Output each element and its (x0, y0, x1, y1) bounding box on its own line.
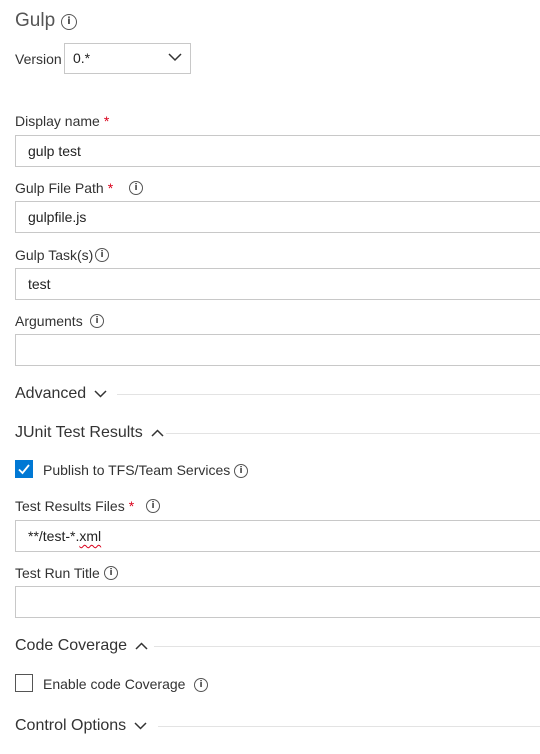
info-icon[interactable]: i (90, 314, 104, 328)
gulp-file-path-label: Gulp File Path * (15, 180, 113, 196)
info-icon[interactable]: i (104, 566, 118, 580)
display-name-label: Display name * (15, 113, 109, 129)
display-name-label-text: Display name (15, 113, 100, 129)
info-icon[interactable]: i (234, 464, 248, 478)
version-label: Version (15, 51, 62, 67)
version-select[interactable]: 0.* (64, 43, 191, 74)
section-divider (166, 433, 540, 434)
arguments-input[interactable] (15, 334, 540, 366)
enable-code-coverage-checkbox[interactable] (15, 674, 33, 692)
info-icon[interactable]: i (194, 678, 208, 692)
test-results-files-label: Test Results Files * (15, 498, 134, 514)
chevron-down-icon (94, 390, 107, 398)
task-title-text: Gulp (15, 10, 56, 31)
version-select-value: 0.* (73, 50, 91, 66)
chevron-down-icon (168, 53, 182, 62)
chevron-up-icon (151, 429, 164, 437)
gulp-tasks-input[interactable]: test (15, 268, 540, 300)
task-title: Gulp (15, 10, 55, 32)
info-icon[interactable]: i (146, 499, 160, 513)
gulp-file-path-label-text: Gulp File Path (15, 180, 104, 196)
code-coverage-section-label: Code Coverage (15, 637, 128, 654)
test-results-files-prefix: **/test-*. (28, 528, 80, 544)
junit-section-label: JUnit Test Results (15, 424, 143, 441)
section-divider (154, 646, 540, 647)
publish-checkbox-label: Publish to TFS/Team Services (43, 462, 231, 478)
test-results-files-input[interactable]: **/test-*.xml (15, 520, 540, 552)
control-options-section-label: Control Options (15, 717, 127, 734)
checkmark-icon (18, 464, 30, 475)
gulp-tasks-label: Gulp Task(s) (15, 247, 94, 263)
test-run-title-label: Test Run Title (15, 565, 100, 581)
gulp-file-path-input[interactable]: gulpfile.js (15, 201, 540, 233)
chevron-down-icon (134, 722, 147, 730)
advanced-section-toggle[interactable]: Advanced (15, 385, 107, 403)
arguments-label: Arguments (15, 313, 83, 329)
chevron-up-icon (135, 642, 148, 650)
required-marker: * (103, 113, 110, 129)
spellcheck-squiggle-text: xml (79, 528, 102, 544)
section-divider (117, 394, 540, 395)
enable-code-coverage-label: Enable code Coverage (43, 676, 186, 692)
code-coverage-section-toggle[interactable]: Code Coverage (15, 637, 148, 655)
info-icon[interactable]: i (61, 14, 77, 30)
junit-section-toggle[interactable]: JUnit Test Results (15, 424, 164, 442)
display-name-input[interactable]: gulp test (15, 135, 540, 167)
info-icon[interactable]: i (129, 181, 143, 195)
advanced-section-label: Advanced (15, 385, 87, 402)
info-icon[interactable]: i (95, 248, 109, 262)
test-results-files-label-text: Test Results Files (15, 498, 125, 514)
required-marker: * (107, 180, 114, 196)
required-marker: * (128, 498, 135, 514)
control-options-section-toggle[interactable]: Control Options (15, 717, 147, 735)
test-run-title-input[interactable] (15, 586, 540, 618)
publish-checkbox[interactable] (15, 460, 33, 478)
section-divider (158, 726, 540, 727)
